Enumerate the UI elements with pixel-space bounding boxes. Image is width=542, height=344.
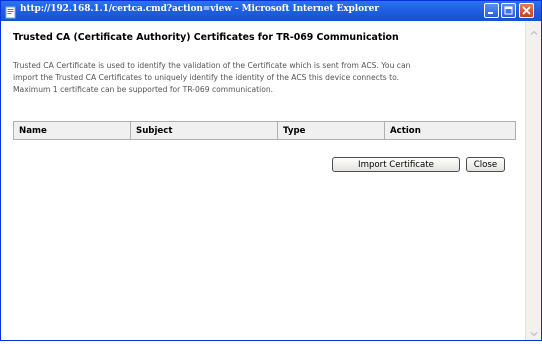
description-line: Trusted CA Certificate is used to identi… xyxy=(13,61,411,70)
column-header-type: Type xyxy=(277,121,385,140)
scroll-up-arrow-icon[interactable] xyxy=(528,24,540,36)
minimize-button[interactable] xyxy=(484,3,499,18)
scroll-down-arrow-icon[interactable] xyxy=(528,325,540,337)
maximize-icon xyxy=(504,6,513,15)
ie-page-icon xyxy=(4,4,17,19)
column-header-action: Action xyxy=(384,121,516,140)
vertical-scrollbar[interactable] xyxy=(525,21,541,340)
close-icon xyxy=(522,6,531,15)
import-certificate-button[interactable]: Import Certificate xyxy=(332,157,460,172)
table-header-row: Name Subject Type Action xyxy=(13,121,516,140)
page-content: Trusted CA (Certificate Authority) Certi… xyxy=(1,21,525,340)
close-window-button[interactable] xyxy=(519,3,534,18)
description-text: Trusted CA Certificate is used to identi… xyxy=(13,60,521,96)
certificate-table: Name Subject Type Action xyxy=(13,121,516,140)
page-title: Trusted CA (Certificate Authority) Certi… xyxy=(13,32,399,43)
column-header-name: Name xyxy=(13,121,131,140)
description-line: Maximum 1 certificate can be supported f… xyxy=(13,85,274,94)
column-header-subject: Subject xyxy=(130,121,278,140)
title-bar[interactable]: http://192.168.1.1/certca.cmd?action=vie… xyxy=(1,1,541,21)
close-button[interactable]: Close xyxy=(466,157,505,172)
browser-window: http://192.168.1.1/certca.cmd?action=vie… xyxy=(0,0,542,341)
minimize-icon xyxy=(488,12,493,14)
description-line: import the Trusted CA Certificates to un… xyxy=(13,73,400,82)
window-title: http://192.168.1.1/certca.cmd?action=vie… xyxy=(20,4,379,14)
maximize-button[interactable] xyxy=(501,3,516,18)
